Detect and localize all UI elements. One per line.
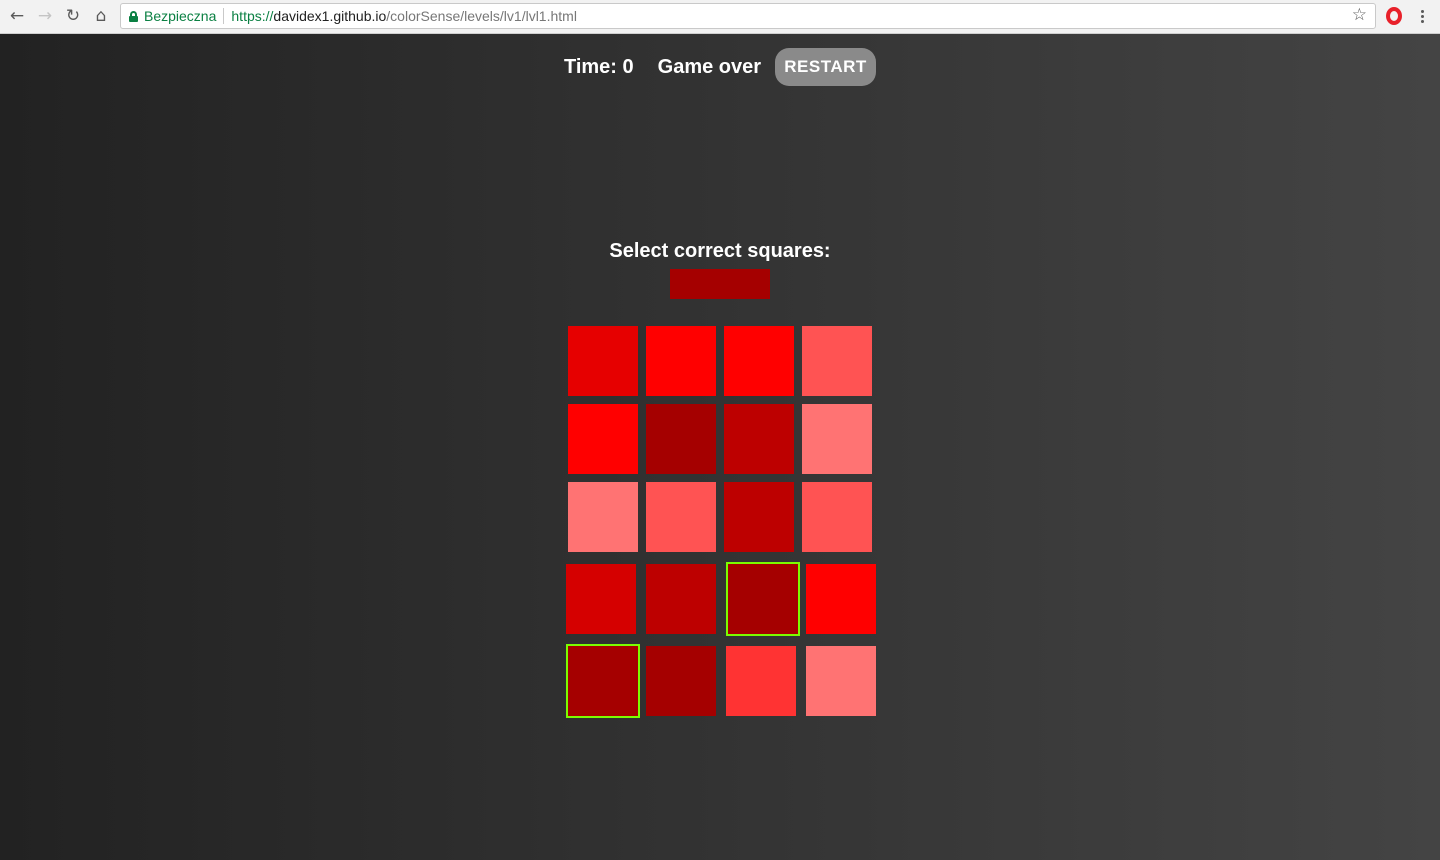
game-status: Game over	[657, 55, 762, 78]
reload-icon[interactable]: ↻	[61, 5, 85, 27]
secure-label: Bezpieczna	[144, 8, 217, 24]
opera-icon[interactable]	[1386, 7, 1402, 25]
color-square[interactable]	[566, 564, 636, 634]
url-path: /colorSense/levels/lv1/lvl1.html	[386, 8, 577, 24]
url-scheme: https://	[231, 8, 274, 24]
game-page: Time: 0 Game over RESTART Select correct…	[0, 34, 1440, 860]
color-square[interactable]	[724, 326, 794, 396]
restart-button[interactable]: RESTART	[775, 48, 877, 86]
omnibox-divider	[223, 8, 225, 24]
color-square[interactable]	[802, 404, 872, 474]
color-square[interactable]	[646, 564, 716, 634]
color-square[interactable]	[724, 404, 794, 474]
color-square[interactable]	[806, 564, 876, 634]
color-square[interactable]	[806, 646, 876, 716]
bookmark-star-icon[interactable]: ☆	[1352, 5, 1367, 25]
color-square[interactable]	[802, 326, 872, 396]
color-square[interactable]	[646, 482, 716, 552]
color-square[interactable]	[802, 482, 872, 552]
color-square[interactable]	[568, 326, 638, 396]
color-square-selected[interactable]	[726, 562, 800, 636]
browser-menu-icon[interactable]	[1414, 5, 1430, 27]
color-square[interactable]	[646, 646, 716, 716]
forward-icon[interactable]: →	[33, 5, 57, 27]
url-host: davidex1.github.io	[273, 8, 387, 24]
color-square[interactable]	[568, 404, 638, 474]
instruction-text: Select correct squares:	[609, 240, 831, 262]
color-square-selected[interactable]	[566, 644, 640, 718]
target-color-swatch	[670, 269, 770, 299]
home-icon[interactable]: ⌂	[89, 5, 113, 27]
timer-label: Time: 0	[563, 55, 634, 78]
browser-toolbar: ← → ↻ ⌂ Bezpieczna https://davidex1.gith…	[0, 0, 1440, 34]
address-bar[interactable]: Bezpieczna https://davidex1.github.io/co…	[120, 3, 1376, 29]
color-square[interactable]	[646, 326, 716, 396]
lock-icon	[129, 10, 138, 22]
game-header: Time: 0 Game over RESTART	[0, 48, 1440, 86]
back-icon[interactable]: ←	[5, 5, 29, 27]
color-square[interactable]	[726, 646, 796, 716]
color-square[interactable]	[568, 482, 638, 552]
color-square[interactable]	[646, 404, 716, 474]
color-square[interactable]	[724, 482, 794, 552]
